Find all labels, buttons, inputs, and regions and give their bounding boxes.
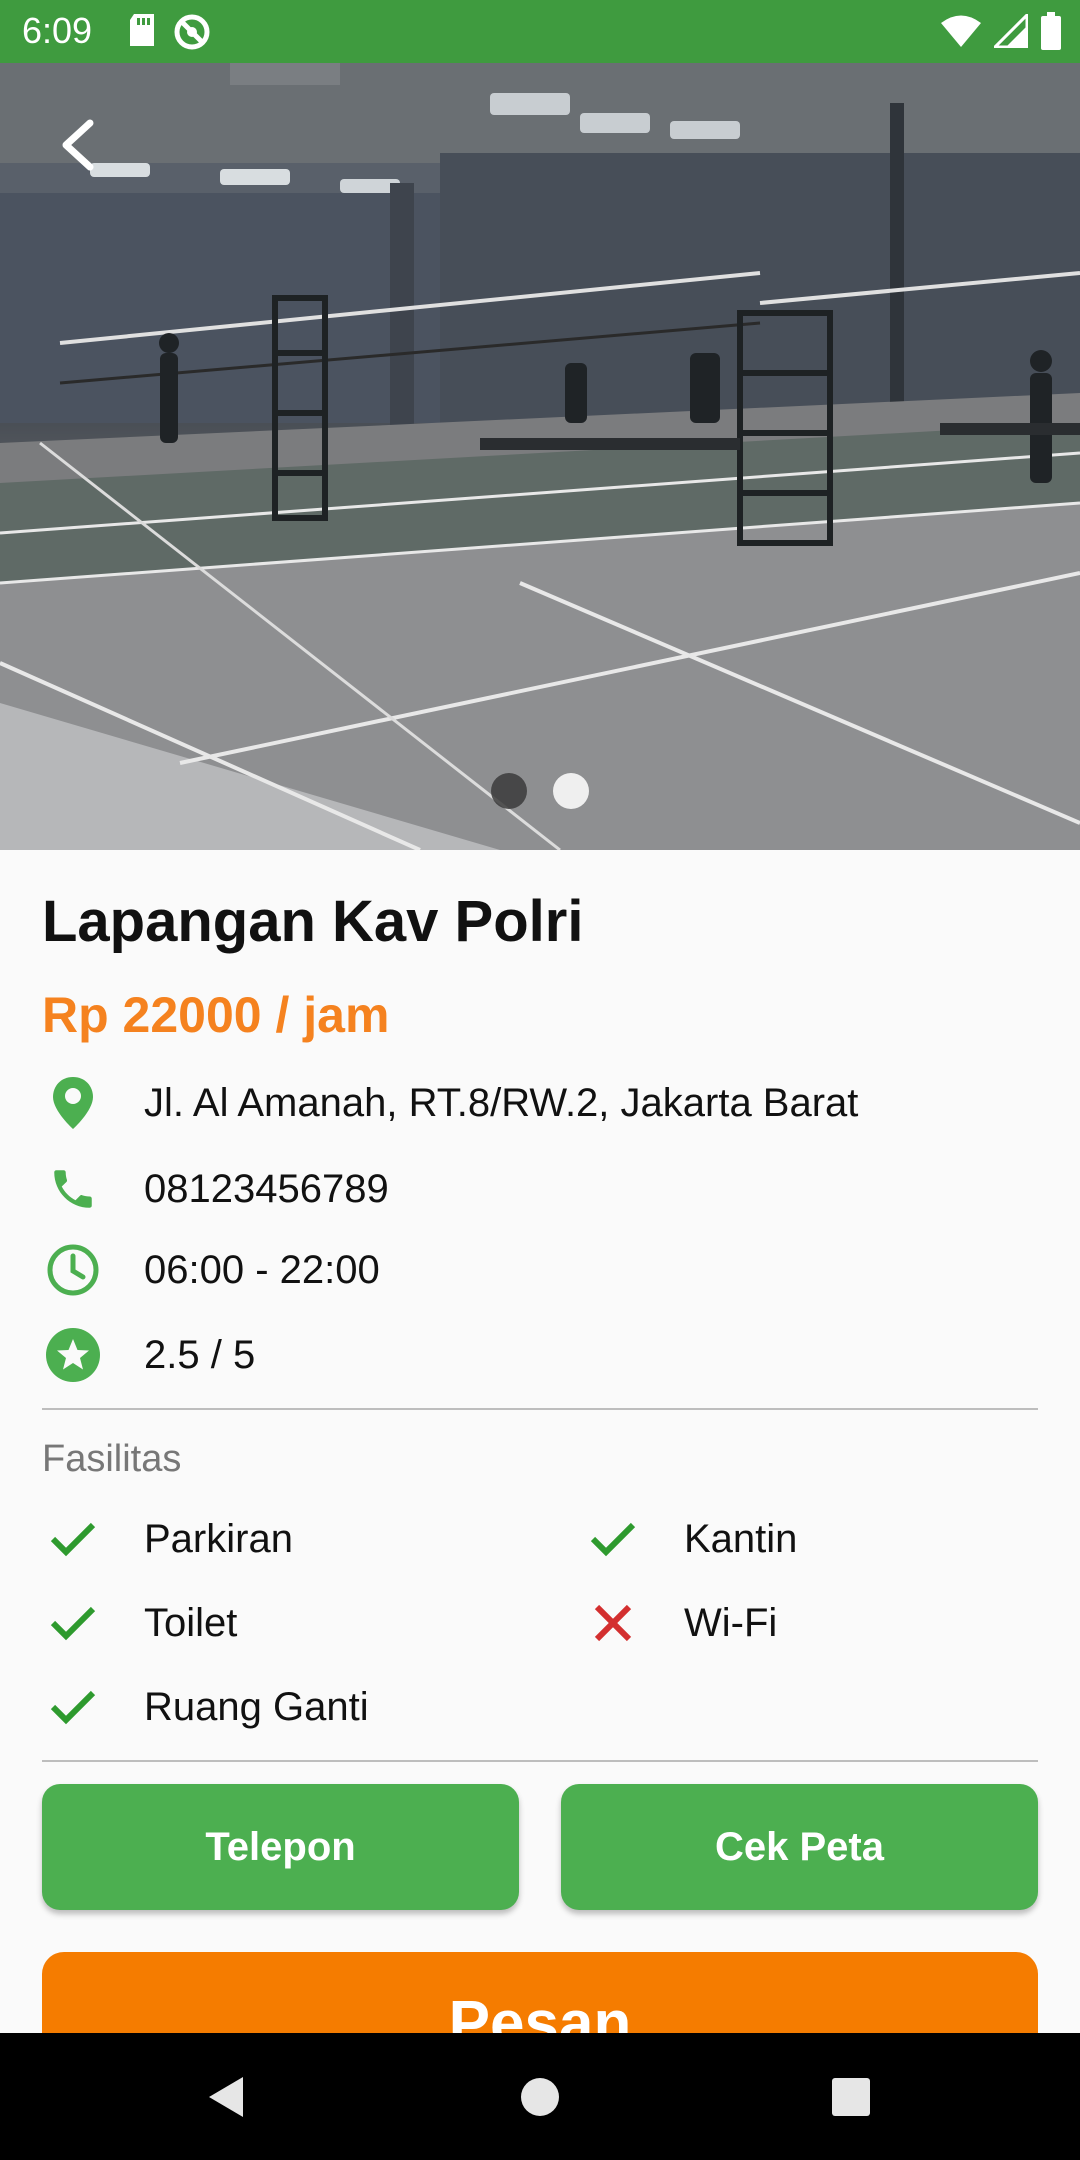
star-badge-icon — [42, 1324, 104, 1386]
facility-item-ruang-ganti: Ruang Ganti — [42, 1677, 369, 1737]
nav-back-icon — [209, 2076, 243, 2117]
venue-name: Lapangan Kav Polri — [42, 889, 584, 954]
sync-icon — [172, 12, 212, 57]
nav-recents-button[interactable] — [791, 2033, 911, 2160]
facilities-label: Fasilitas — [42, 1438, 182, 1480]
address-row: Jl. Al Amanah, RT.8/RW.2, Jakarta Barat — [42, 1071, 858, 1135]
carousel-dot[interactable] — [491, 773, 527, 809]
rating-row: 2.5 / 5 — [42, 1323, 255, 1387]
phone-text: 08123456789 — [144, 1166, 389, 1211]
check-icon — [42, 1592, 104, 1654]
battery-icon — [1040, 12, 1062, 55]
hours-row: 06:00 - 22:00 — [42, 1238, 380, 1302]
wifi-icon — [940, 14, 982, 53]
navigation-bar — [0, 2033, 1080, 2160]
hours-text: 06:00 - 22:00 — [144, 1247, 380, 1292]
badminton-court-photo — [0, 63, 1080, 850]
check-icon — [582, 1508, 644, 1570]
location-pin-icon — [42, 1072, 104, 1134]
check-icon — [42, 1508, 104, 1570]
map-button[interactable]: Cek Peta — [561, 1784, 1038, 1910]
phone-icon — [42, 1158, 104, 1220]
check-icon — [42, 1676, 104, 1738]
divider — [42, 1760, 1038, 1762]
back-button[interactable] — [48, 115, 108, 175]
facility-item-wifi: Wi-Fi — [582, 1593, 777, 1653]
venue-photo-carousel[interactable] — [0, 63, 1080, 850]
nav-recents-icon — [832, 2077, 870, 2116]
facility-item-toilet: Toilet — [42, 1593, 237, 1653]
phone-row: 08123456789 — [42, 1157, 389, 1221]
nav-home-button[interactable] — [480, 2033, 600, 2160]
call-button[interactable]: Telepon — [42, 1784, 519, 1910]
facility-label: Parkiran — [144, 1516, 293, 1561]
facility-item-parkiran: Parkiran — [42, 1509, 293, 1569]
back-arrow-icon — [62, 119, 94, 171]
divider — [42, 1408, 1038, 1410]
sd-card-icon — [126, 12, 158, 57]
carousel-dot-active[interactable] — [553, 773, 589, 809]
clock-icon — [42, 1239, 104, 1301]
nav-back-button[interactable] — [165, 2033, 285, 2160]
status-time: 6:09 — [22, 10, 93, 51]
rating-text: 2.5 / 5 — [144, 1332, 256, 1377]
carousel-indicator — [0, 773, 1080, 809]
cross-icon — [582, 1592, 644, 1654]
facility-label: Toilet — [144, 1600, 238, 1645]
facility-item-kantin: Kantin — [582, 1509, 797, 1569]
facility-label: Ruang Ganti — [144, 1684, 369, 1729]
venue-price: Rp 22000 / jam — [42, 987, 390, 1043]
signal-icon — [991, 11, 1029, 53]
nav-home-icon — [521, 2077, 559, 2116]
status-bar: 6:09 — [0, 0, 1080, 63]
address-text: Jl. Al Amanah, RT.8/RW.2, Jakarta Barat — [144, 1080, 859, 1125]
facility-label: Wi-Fi — [684, 1600, 778, 1645]
facility-label: Kantin — [684, 1516, 798, 1561]
